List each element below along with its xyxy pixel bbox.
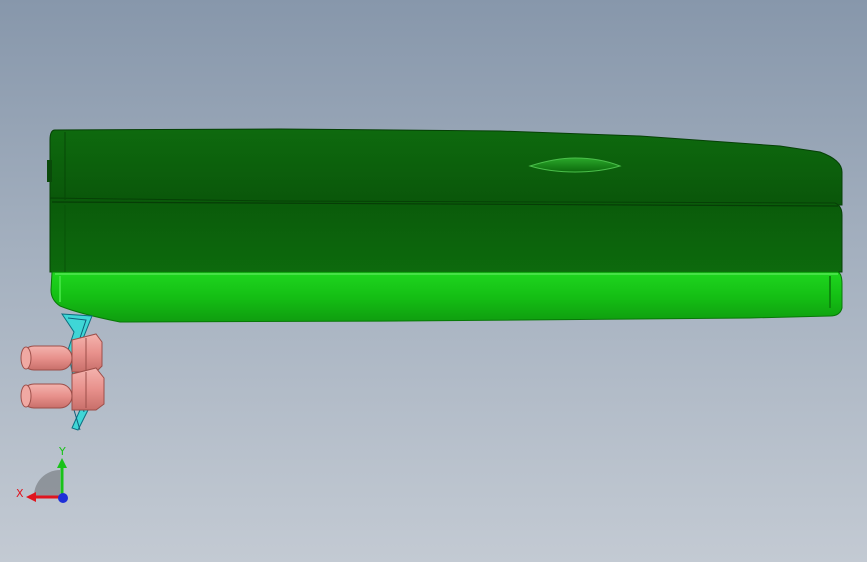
orientation-triad[interactable]: Y X [16, 445, 68, 503]
model-canvas[interactable]: Y X [0, 0, 867, 562]
cad-viewport[interactable]: Y X [0, 0, 867, 562]
side-tab [47, 160, 52, 182]
housing-bottom-base[interactable] [50, 271, 843, 323]
x-arrowhead-icon [26, 492, 36, 502]
y-arrowhead-icon [57, 458, 67, 468]
triad-plane-icon [34, 470, 60, 496]
z-axis-dot-icon [58, 493, 68, 503]
x-axis-label: X [16, 487, 24, 500]
housing-body[interactable] [47, 128, 843, 323]
y-axis-label: Y [58, 445, 66, 458]
bolt-lower[interactable] [20, 367, 105, 411]
housing-middle-band[interactable] [49, 197, 843, 273]
bolt-upper[interactable] [20, 333, 103, 373]
housing-top-face[interactable] [49, 128, 843, 206]
